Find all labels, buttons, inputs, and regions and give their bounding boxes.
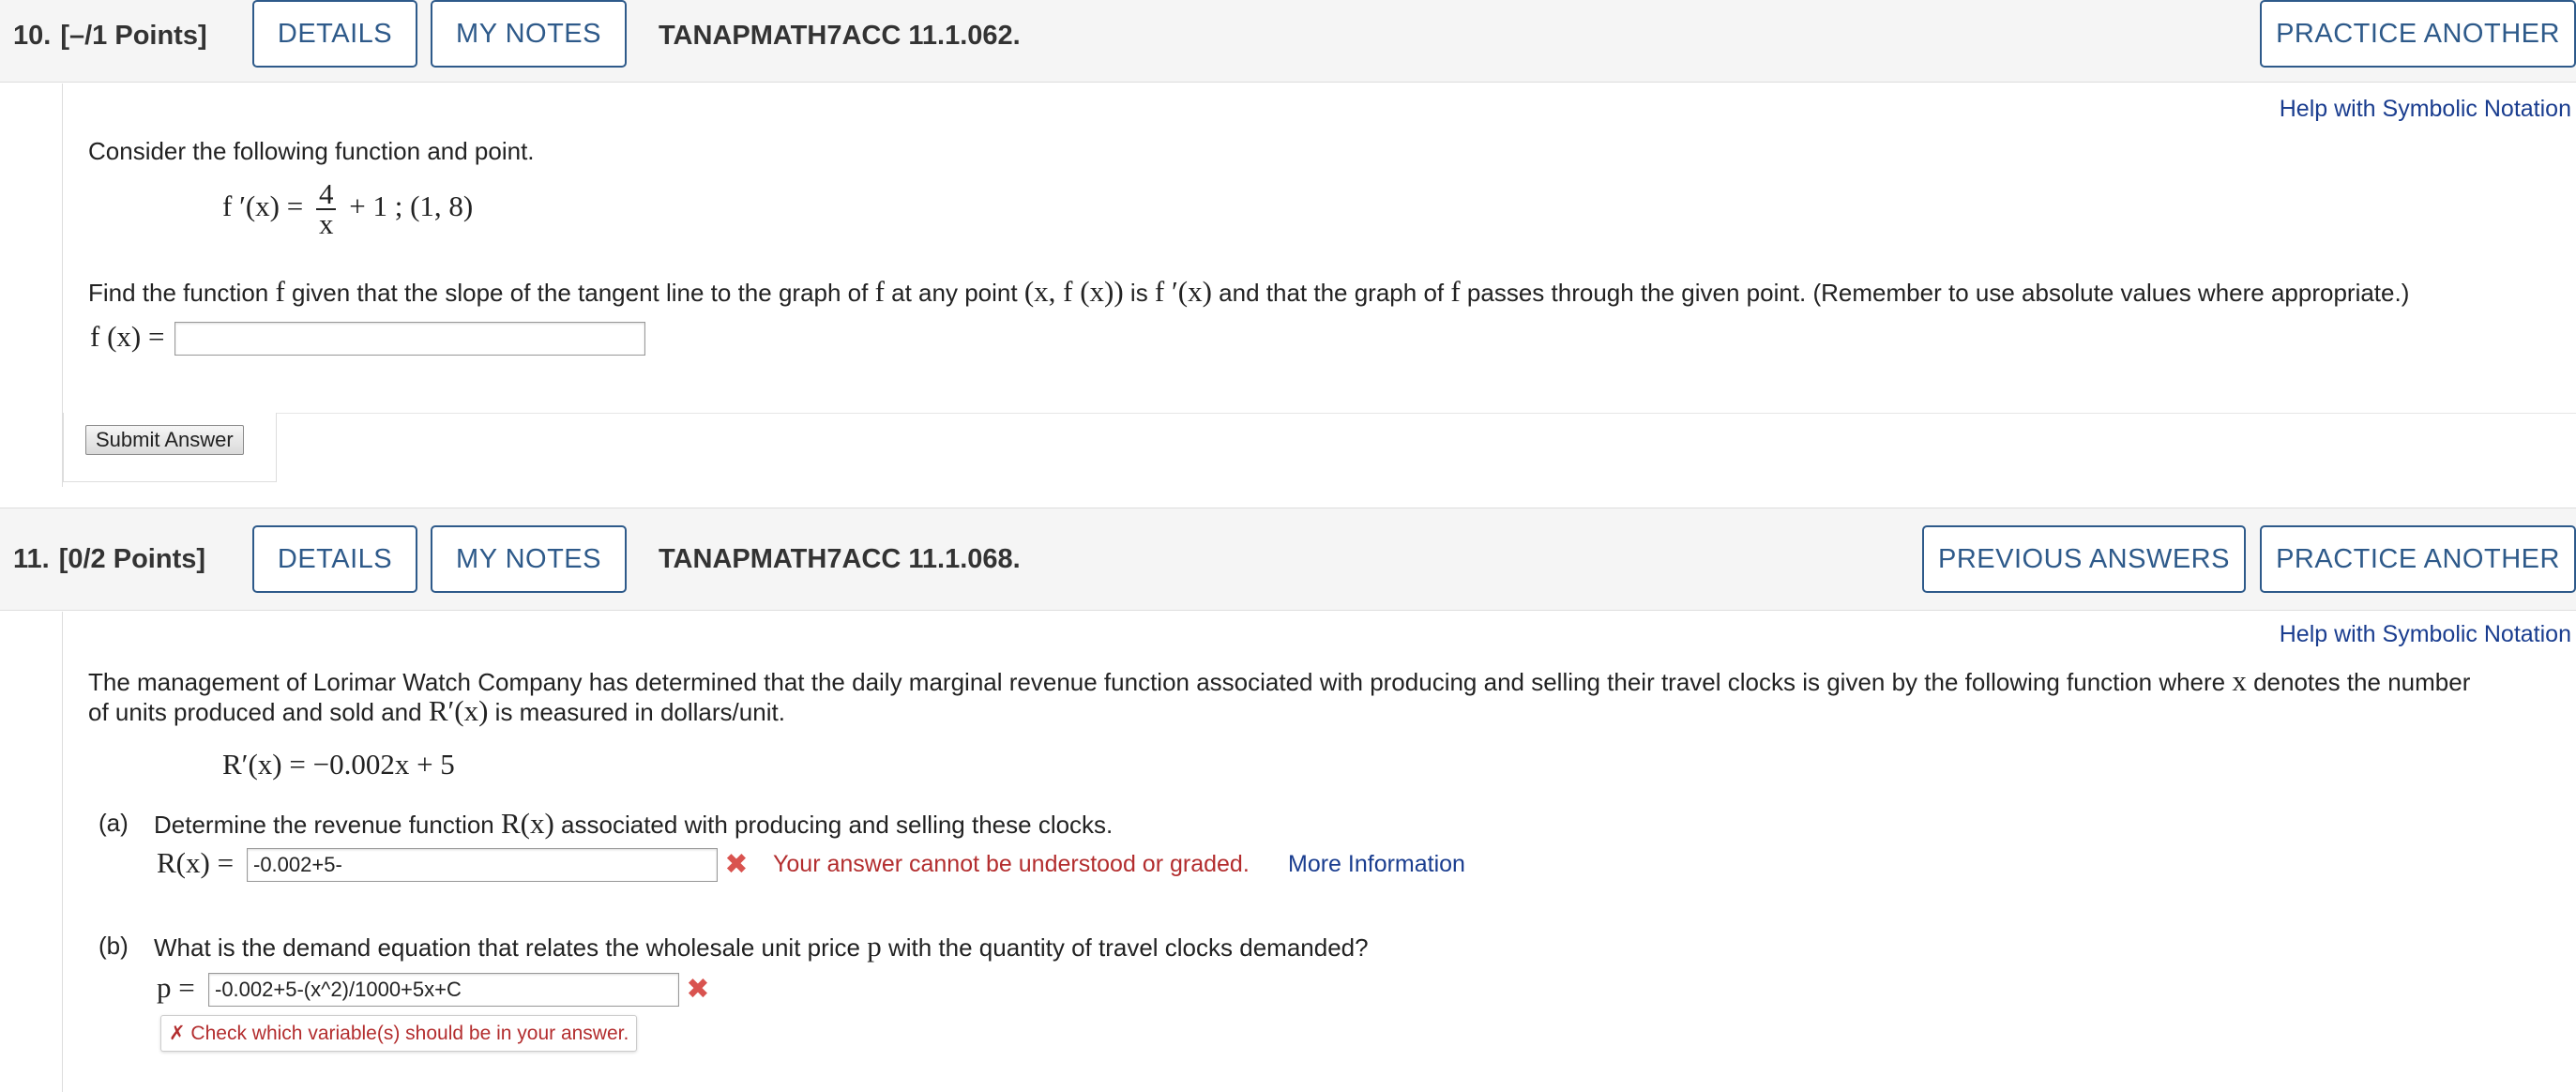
prompt-text: is [1123,279,1155,307]
fraction-numerator: 4 [315,179,337,210]
my-notes-button[interactable]: MY NOTES [431,0,627,68]
error-message: Your answer cannot be understood or grad… [773,851,1250,877]
details-button[interactable]: DETAILS [252,0,417,68]
practice-another-button[interactable]: PRACTICE ANOTHER [2260,525,2576,593]
fraction-denominator: x [318,207,334,240]
help-symbolic-notation-link[interactable]: Help with Symbolic Notation [2280,621,2571,648]
part-b-text: with the quantity of travel clocks deman… [881,933,1369,962]
part-a-text: associated with producing and selling th… [553,811,1114,839]
prompt-text: passes through the given point. (Remembe… [1460,279,2410,307]
my-notes-button[interactable]: MY NOTES [431,525,627,593]
previous-answers-button[interactable]: PREVIOUS ANSWERS [1922,525,2246,593]
question-11-body: Help with Symbolic Notation The manageme… [62,612,2576,1092]
intro-text: of units produced and sold and [88,698,429,726]
part-a-question: Determine the revenue function R(x) asso… [154,807,1113,841]
prompt-math: (x, f (x)) [1023,275,1124,308]
answer-label: f (x) = [90,320,165,353]
prompt-math: f [874,275,885,308]
question-intro-line2: of units produced and sold and R′(x) is … [88,694,785,728]
help-symbolic-notation-link[interactable]: Help with Symbolic Notation [2280,96,2571,123]
formula-fraction: 4 x [315,179,337,240]
divider [277,413,2576,414]
intro-text: denotes the number [2246,668,2471,696]
prompt-text: at any point [884,279,1024,307]
prompt-text: Find the function [88,279,276,307]
part-a-answer-label: R(x) = [157,846,235,879]
part-a-math: R(x) [501,807,554,840]
part-b-answer-label: p = [157,971,195,1004]
question-10-body: Help with Symbolic Notation Consider the… [62,83,2576,487]
intro-text: is measured in dollars/unit. [488,698,785,726]
given-formula: f ′(x) = 4 x + 1 ; (1, 8) [222,179,474,240]
question-number: 10. [13,21,52,51]
question-10-title: 10. [–/1 Points] [13,21,207,52]
part-b-text: What is the demand equation that relates… [154,933,868,962]
question-11-header: 11. [0/2 Points] DETAILS MY NOTES TANAPMA… [0,508,2576,611]
given-formula: R′(x) = −0.002x + 5 [222,748,455,781]
part-a-answer-input[interactable] [247,848,718,882]
intro-text: The management of Lorimar Watch Company … [88,668,2233,696]
incorrect-x-icon: ✖ [686,974,710,1005]
submit-area: Submit Answer [63,413,277,482]
question-code: TANAPMATH7ACC 11.1.062. [659,21,1021,51]
question-11-title: 11. [0/2 Points] [13,544,205,575]
question-code: TANAPMATH7ACC 11.1.068. [659,544,1021,574]
question-intro-line1: The management of Lorimar Watch Company … [88,664,2470,698]
part-a-label: (a) [98,809,129,837]
question-points: [0/2 Points] [58,544,206,574]
submit-answer-button[interactable]: Submit Answer [85,425,244,455]
hint-message: ✗ Check which variable(s) should be in y… [160,1015,638,1052]
prompt-math: f [1450,275,1461,308]
practice-another-button[interactable]: PRACTICE ANOTHER [2260,0,2576,68]
incorrect-x-icon: ✖ [724,849,749,880]
formula-rest: + 1 ; (1, 8) [349,190,474,223]
question-prompt: Find the function f given that the slope… [88,275,2409,309]
intro-math: R′(x) [428,694,489,727]
part-b-answer-input[interactable] [208,973,679,1007]
question-number: 11. [13,544,50,574]
formula-lhs: f ′(x) = [222,190,304,223]
intro-math: x [2232,664,2247,697]
part-b-math: p [867,930,882,963]
answer-input[interactable] [174,322,645,356]
part-a-text: Determine the revenue function [154,811,501,839]
prompt-math: f [275,275,285,308]
part-b-question: What is the demand equation that relates… [154,930,1369,963]
question-intro: Consider the following function and poin… [88,137,535,165]
details-button[interactable]: DETAILS [252,525,417,593]
prompt-text: and that the graph of [1211,279,1451,307]
question-points: [–/1 Points] [60,21,207,51]
part-b-label: (b) [98,932,129,960]
prompt-text: given that the slope of the tangent line… [284,279,875,307]
more-information-link[interactable]: More Information [1288,851,1465,878]
question-10-header: 10. [–/1 Points] DETAILS MY NOTES TANAPMA… [0,0,2576,83]
prompt-math: f ′(x) [1154,275,1212,308]
